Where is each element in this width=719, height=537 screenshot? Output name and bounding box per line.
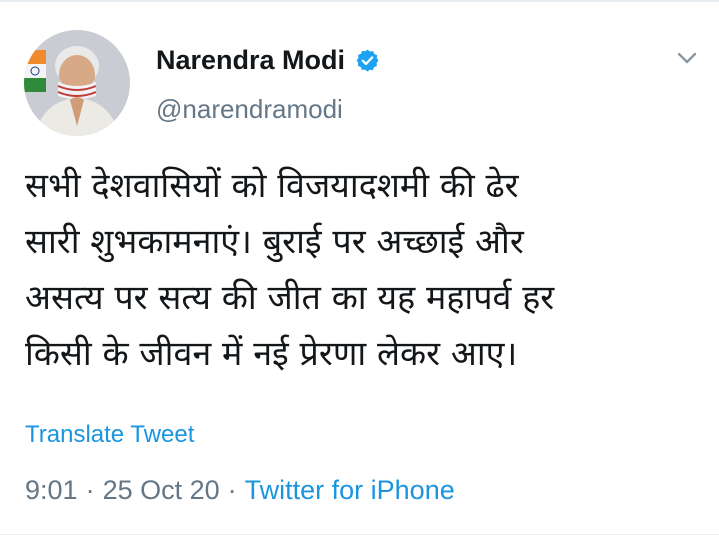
display-name[interactable]: Narendra Modi <box>156 44 345 76</box>
tweet-date: 25 Oct 20 <box>102 475 220 505</box>
author-name-row: Narendra Modi <box>156 44 380 76</box>
tweet-meta: 9:01 · 25 Oct 20 · Twitter for iPhone <box>25 474 455 506</box>
tweet-source-link[interactable]: Twitter for iPhone <box>245 474 455 506</box>
meta-separator: · <box>227 475 237 505</box>
chevron-down-icon[interactable] <box>674 48 700 68</box>
verified-badge-icon <box>355 48 380 73</box>
translate-tweet-link[interactable]: Translate Tweet <box>25 420 194 450</box>
top-divider <box>0 0 719 2</box>
avatar[interactable] <box>24 30 130 136</box>
tweet-time: 9:01 <box>25 475 78 505</box>
author-handle[interactable]: @narendramodi <box>156 93 343 125</box>
bottom-divider <box>0 534 719 535</box>
tweet-text: सभी देशवासियों को विजयादशमी की ढेर सारी … <box>25 166 555 374</box>
meta-separator: · <box>85 475 95 505</box>
